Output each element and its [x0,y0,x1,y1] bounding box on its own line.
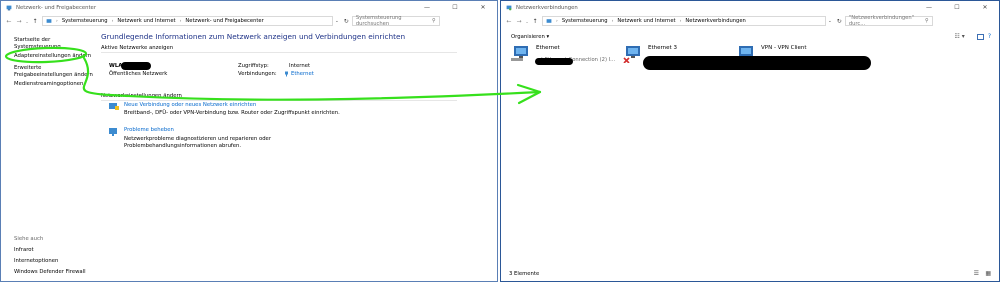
connection-name: Ethernet [536,45,560,51]
sidebar-item-media-streaming[interactable]: Medienstreamingoptionen [14,81,83,88]
address-bar[interactable]: › Systemsteuerung › Netzwerk und Interne… [542,16,826,26]
search-icon: ⚲ [925,18,929,24]
search-input[interactable]: Systemsteuerung durchsuchen ⚲ [351,15,440,27]
network-sharing-center-window: Netzwerk- und Freigabecenter — ☐ ✕ ← → ⌄… [0,0,498,282]
organize-button[interactable]: Organisieren ▾ [511,34,549,40]
command-bar: Organisieren ▾ ☷ ▾ ? [501,29,999,44]
back-arrow-icon[interactable]: ← [4,15,14,27]
search-icon: ⚲ [432,18,436,24]
address-dropdown-icon[interactable]: ⌄ [333,19,341,24]
connection-name: VPN - VPN Client [761,45,807,51]
breadcrumb[interactable]: Systemsteuerung [62,18,108,24]
network-icon [6,5,12,10]
main-content: Grundlegende Informationen zum Netzwerk … [101,29,497,281]
address-bar-row: ← → ⌄ ↑ › Systemsteuerung › Netzwerk und… [501,14,999,28]
maximize-button[interactable]: ☐ [943,1,971,14]
search-input[interactable]: "Netzwerkverbindungen" durc... ⚲ [844,15,933,27]
new-connection-icon [109,103,119,110]
sidebar-item-control-panel-home[interactable]: Startseite der Systemsteuerung [14,37,97,51]
see-also-infrared[interactable]: Infrarot [14,247,34,254]
details-view-icon[interactable]: ☰ [974,270,979,277]
window-title: Netzwerkverbindungen [516,4,578,11]
view-options-icon[interactable]: ☷ ▾ [955,33,965,40]
status-item-count: 3 Elemente [509,271,540,277]
ethernet-icon [285,71,288,77]
redaction-mark [535,58,573,65]
troubleshoot-icon [109,128,117,136]
connections-label: Verbindungen: [238,71,277,77]
see-also-defender-firewall[interactable]: Windows Defender Firewall [14,269,86,276]
title-bar: Netzwerk- und Freigabecenter — ☐ ✕ [1,1,497,14]
sidebar-item-advanced-sharing[interactable]: Erweiterte Freigabeeinstellungen ändern [14,65,94,79]
task-new-connection-desc: Breitband-, DFÜ- oder VPN-Verbindung bzw… [124,110,340,116]
breadcrumb[interactable]: Netzwerkverbindungen [685,18,745,24]
change-settings-heading: Netzwerkeinstellungen ändern [101,93,457,101]
preview-pane-icon[interactable] [976,33,984,40]
ethernet-adapter-icon [623,45,645,63]
up-arrow-icon[interactable]: ↑ [530,15,540,27]
control-panel-icon [46,19,52,23]
network-type: Öffentliches Netzwerk [109,71,168,77]
see-also-internet-options[interactable]: Internetoptionen [14,258,58,265]
control-panel-icon [546,19,552,23]
see-also-heading: Siehe auch [14,236,44,242]
window-title: Netzwerk- und Freigabecenter [16,4,96,11]
redaction-mark [121,62,151,70]
forward-arrow-icon[interactable]: → [14,15,24,27]
help-icon[interactable]: ? [988,33,991,40]
task-new-connection-link[interactable]: Neue Verbindung oder neues Netzwerk einr… [124,102,256,108]
active-networks-heading: Aktive Netzwerke anzeigen [101,45,457,53]
ethernet-adapter-icon [511,45,533,63]
breadcrumb[interactable]: Netzwerk- und Freigabecenter [185,18,263,24]
redaction-mark [643,56,871,70]
task-troubleshoot-desc: Netzwerkprobleme diagnostizieren und rep… [124,136,271,149]
address-bar[interactable]: › Systemsteuerung › Netzwerk und Interne… [42,16,333,26]
ethernet-link[interactable]: Ethernet [291,71,314,77]
access-type-label: Zugriffstyp: [238,63,269,69]
maximize-button[interactable]: ☐ [441,1,469,14]
sidebar: Startseite der Systemsteuerung Adapterei… [1,29,97,281]
connection-name: Ethernet 3 [648,45,677,51]
refresh-icon[interactable]: ↻ [834,18,845,25]
page-title: Grundlegende Informationen zum Netzwerk … [101,32,406,41]
title-bar: Netzwerkverbindungen — ☐ ✕ [501,1,999,14]
address-dropdown-icon[interactable]: ⌄ [826,19,834,24]
refresh-icon[interactable]: ↻ [341,18,352,25]
close-button[interactable]: ✕ [971,1,999,14]
forward-arrow-icon[interactable]: → [514,15,524,27]
minimize-button[interactable]: — [915,1,943,14]
close-button[interactable]: ✕ [469,1,497,14]
breadcrumb[interactable]: Systemsteuerung [562,18,608,24]
up-arrow-icon[interactable]: ↑ [30,15,40,27]
large-icons-view-icon[interactable]: ▦ [985,270,991,277]
back-arrow-icon[interactable]: ← [504,15,514,27]
access-type-value: Internet [289,63,311,69]
network-connections-window: Netzwerkverbindungen — ☐ ✕ ← → ⌄ ↑ › Sys… [500,0,1000,282]
task-troubleshoot-link[interactable]: Probleme beheben [124,127,174,133]
network-connections-icon [506,5,512,10]
minimize-button[interactable]: — [413,1,441,14]
breadcrumb[interactable]: Netzwerk und Internet [117,18,175,24]
breadcrumb[interactable]: Netzwerk und Internet [617,18,675,24]
address-bar-row: ← → ⌄ ↑ › Systemsteuerung › Netzwerk und… [1,14,497,28]
sidebar-item-change-adapter-settings[interactable]: Adaptereinstellungen ändern [14,53,91,60]
